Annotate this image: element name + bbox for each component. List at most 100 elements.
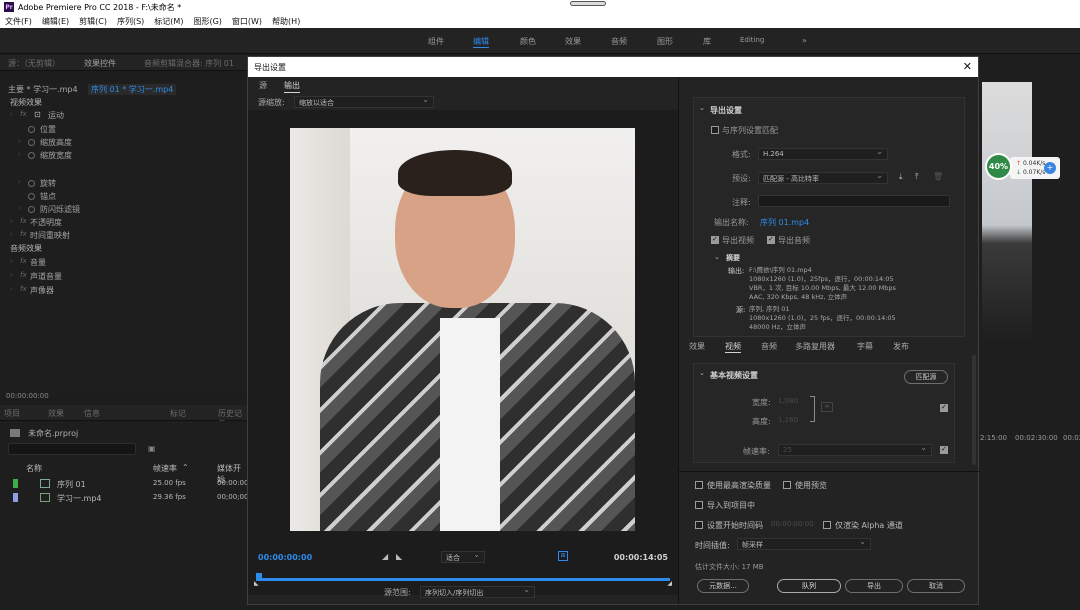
effect-row-motion[interactable]: › fx ⊡ 运动 [0, 110, 248, 123]
current-timecode[interactable]: 00:00:00:00 [258, 553, 312, 562]
collapse-chevron-icon[interactable]: ⌄ [699, 104, 705, 112]
twirl-icon[interactable]: › [10, 271, 13, 279]
twirl-icon[interactable]: › [10, 217, 13, 225]
column-framerate[interactable]: 帧速率 [153, 463, 177, 474]
menu-clip[interactable]: 剪辑(C) [74, 16, 112, 27]
workspace-effects[interactable]: 效果 [565, 36, 581, 47]
tab-publish[interactable]: 发布 [893, 341, 909, 352]
scrubber-range-bar[interactable] [256, 578, 670, 581]
collapse-chevron-icon[interactable]: ⌄ [699, 369, 705, 377]
title-drag-handle[interactable] [570, 1, 606, 6]
workspace-color[interactable]: 颜色 [520, 36, 536, 47]
tab-multiplexer[interactable]: 多路复用器 [795, 341, 835, 352]
comments-field[interactable] [758, 195, 950, 207]
twirl-icon[interactable]: › [10, 230, 13, 238]
table-row[interactable]: 学习一.mp4 29.36 fps 00;00;00 [0, 491, 248, 505]
fx-badge-icon[interactable]: fx [20, 271, 27, 279]
in-marker-icon[interactable]: ◣ [254, 580, 259, 587]
effect-row-volume[interactable]: › fx 音量 [0, 257, 248, 270]
frame-rate-select[interactable]: 25 [778, 443, 932, 456]
tab-effects[interactable]: 效果 [48, 408, 64, 419]
source-scaling-select[interactable]: 缩放以适合 [294, 95, 434, 108]
metadata-button[interactable]: 元数据... [697, 579, 749, 593]
match-source-button[interactable]: 匹配源 [904, 370, 948, 384]
set-start-timecode-checkbox[interactable] [695, 521, 703, 529]
format-select[interactable]: H.264 [758, 147, 888, 160]
tab-captions[interactable]: 字幕 [857, 341, 873, 352]
workspace-editing[interactable]: 编辑 [473, 36, 489, 48]
workspace-assembly[interactable]: 组件 [428, 36, 444, 47]
twirl-icon[interactable]: › [18, 137, 21, 145]
export-audio-checkbox[interactable] [767, 235, 775, 244]
menu-marker[interactable]: 标记(M) [149, 16, 188, 27]
stopwatch-icon[interactable] [28, 139, 35, 146]
tab-audio-mixer[interactable]: 音频剪辑混合器: 序列 01 [144, 58, 234, 69]
project-search-input[interactable] [8, 443, 136, 455]
effect-row-scale-width[interactable]: › 缩放宽度 [0, 150, 248, 163]
aspect-toggle-icon[interactable]: ⊞ [558, 551, 568, 561]
menu-help[interactable]: 帮助(H) [267, 16, 305, 27]
settings-scrollbar[interactable] [972, 355, 976, 465]
sequence-clip-label[interactable]: 序列 01 * 学习一.mp4 [88, 84, 177, 95]
start-timecode-value[interactable]: 00:00:00:00 [771, 520, 814, 528]
twirl-icon[interactable]: › [10, 285, 13, 293]
set-in-point-icon[interactable]: ◢ [382, 552, 388, 561]
delete-preset-icon[interactable]: 🗑 [933, 172, 943, 181]
twirl-icon[interactable]: › [18, 150, 21, 158]
fit-select[interactable]: 适合 [441, 550, 485, 563]
workspace-editing-en[interactable]: Editing [740, 36, 764, 44]
max-render-quality-checkbox[interactable] [695, 481, 703, 489]
use-previews-checkbox[interactable] [783, 481, 791, 489]
menu-window[interactable]: 窗口(W) [227, 16, 267, 27]
tab-audio[interactable]: 音频 [761, 341, 777, 352]
effect-row-scale-height[interactable]: › 缩放高度 [0, 137, 248, 150]
accelerate-ball-icon[interactable]: + [1044, 162, 1056, 174]
menu-graphics[interactable]: 图形(G) [188, 16, 226, 27]
effect-row-panner[interactable]: › fx 声像器 [0, 285, 248, 298]
summary-chevron-icon[interactable]: ⌄ [714, 253, 720, 261]
stopwatch-icon[interactable] [28, 193, 35, 200]
twirl-icon[interactable]: › [18, 204, 21, 212]
tab-info[interactable]: 信息 [84, 408, 100, 419]
width-height-match-checkbox[interactable] [940, 403, 948, 412]
twirl-icon[interactable]: › [10, 257, 13, 265]
source-range-select[interactable]: 序列切入/序列切出 [420, 585, 535, 598]
preset-select[interactable]: 匹配源 - 高比特率 [758, 171, 888, 184]
close-icon[interactable]: ✕ [963, 60, 972, 73]
tab-markers[interactable]: 标记 [170, 408, 186, 419]
chain-link-icon[interactable]: ∞ [821, 402, 833, 412]
stopwatch-icon[interactable] [28, 180, 35, 187]
workspace-graphics[interactable]: 图形 [657, 36, 673, 47]
render-alpha-only-checkbox[interactable] [823, 521, 831, 529]
cancel-button[interactable]: 取消 [907, 579, 965, 593]
width-value[interactable]: 1,080 [778, 397, 798, 405]
height-value[interactable]: 1,260 [778, 416, 798, 424]
stopwatch-icon[interactable] [28, 206, 35, 213]
fx-badge-icon[interactable]: fx [20, 217, 27, 225]
import-preset-icon[interactable]: ⤒ [915, 172, 919, 182]
workspace-audio[interactable]: 音频 [611, 36, 627, 47]
tab-effect-controls[interactable]: 效果控件 [84, 58, 116, 69]
label-color-swatch[interactable] [13, 493, 18, 502]
master-clip-label[interactable]: 主要 * 学习一.mp4 [8, 84, 78, 95]
new-bin-icon[interactable]: ▣ [148, 444, 156, 453]
label-color-swatch[interactable] [13, 479, 18, 488]
fx-badge-icon[interactable]: fx [20, 230, 27, 238]
save-preset-icon[interactable]: ⤓ [899, 172, 903, 182]
export-video-checkbox[interactable] [711, 235, 719, 244]
sort-asc-icon[interactable]: ⌃ [182, 463, 189, 472]
menu-edit[interactable]: 编辑(E) [37, 16, 74, 27]
workspace-libraries[interactable]: 库 [703, 36, 711, 47]
effect-row-position[interactable]: 位置 [0, 124, 248, 137]
stopwatch-icon[interactable] [28, 126, 35, 133]
effect-row-antiflicker[interactable]: › 防闪烁滤镜 [0, 204, 248, 217]
table-row[interactable]: 序列 01 25.00 fps 00:00:00 [0, 477, 248, 491]
export-button[interactable]: 导出 [845, 579, 903, 593]
queue-button[interactable]: 队列 [777, 579, 841, 593]
memory-usage-badge[interactable]: 40% [985, 153, 1012, 180]
fx-badge-icon[interactable]: fx [20, 285, 27, 293]
effect-row-channel-volume[interactable]: › fx 声道音量 [0, 271, 248, 284]
workspace-more-icon[interactable]: » [802, 36, 807, 45]
tab-video[interactable]: 视频 [725, 341, 741, 353]
tab-effects[interactable]: 效果 [689, 341, 705, 352]
